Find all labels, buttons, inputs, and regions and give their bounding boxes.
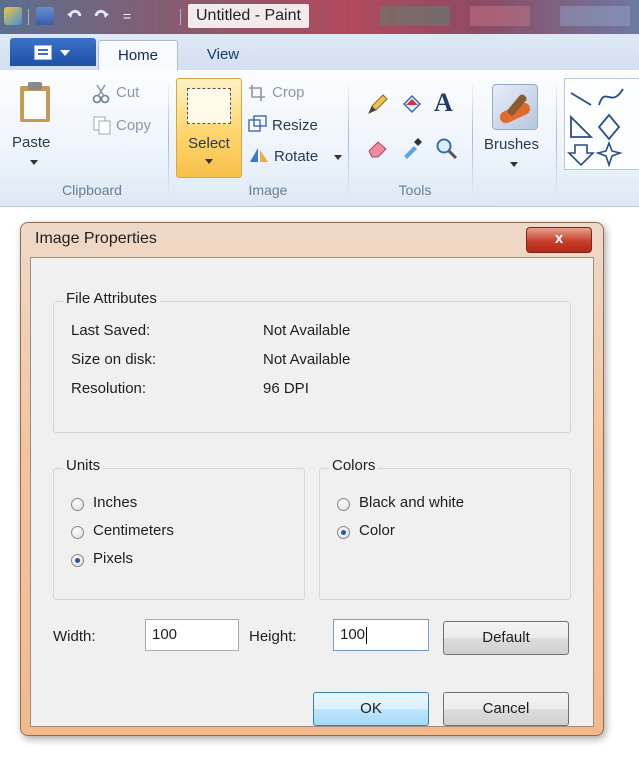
- save-icon[interactable]: [36, 7, 54, 25]
- window-title: Untitled - Paint: [188, 4, 309, 28]
- text-caret: [366, 626, 368, 644]
- eraser-icon[interactable]: [366, 136, 390, 163]
- undo-icon[interactable]: [66, 7, 84, 25]
- select-label: Select: [188, 135, 230, 152]
- background-blur: [380, 6, 450, 26]
- rotate-icon: [248, 146, 270, 167]
- cut-button[interactable]: Cut: [116, 82, 139, 104]
- file-attributes-heading: File Attributes: [63, 290, 160, 307]
- group-separator: [556, 80, 557, 198]
- default-button[interactable]: Default: [443, 621, 569, 655]
- chevron-down-icon: [30, 160, 38, 165]
- document-icon: [34, 45, 52, 60]
- cancel-button[interactable]: Cancel: [443, 692, 569, 726]
- resize-button[interactable]: Resize: [272, 115, 318, 137]
- close-icon: x: [554, 230, 564, 247]
- crop-button[interactable]: Crop: [272, 82, 305, 104]
- close-button[interactable]: x: [526, 227, 592, 253]
- black-and-white-radio[interactable]: [337, 498, 350, 511]
- scissors-icon: [92, 84, 110, 107]
- tools-group-label: Tools: [398, 182, 432, 198]
- title-bar: = Untitled - Paint: [0, 0, 639, 34]
- chevron-down-icon: [334, 155, 342, 160]
- group-separator: [472, 80, 473, 198]
- units-heading: Units: [63, 457, 104, 474]
- pencil-icon[interactable]: [366, 92, 390, 119]
- paint-app-icon[interactable]: [4, 7, 22, 25]
- background-blur: [470, 6, 530, 26]
- colors-heading: Colors: [329, 457, 379, 474]
- resolution-value: 96 DPI: [263, 380, 309, 397]
- qat-separator: [28, 9, 29, 25]
- magnifier-icon[interactable]: [434, 136, 458, 163]
- rotate-button[interactable]: Rotate: [274, 146, 318, 168]
- chevron-down-icon: [205, 159, 213, 164]
- height-label: Height:: [249, 628, 297, 645]
- group-separator: [348, 80, 349, 198]
- height-input[interactable]: 100: [333, 619, 429, 651]
- group-separator: [168, 80, 169, 198]
- color-radio[interactable]: [337, 526, 350, 539]
- colors-group: [319, 468, 571, 600]
- last-saved-label: Last Saved:: [71, 322, 151, 339]
- height-input-value: 100: [340, 626, 366, 643]
- width-label: Width:: [53, 628, 96, 645]
- crop-icon: [248, 84, 266, 105]
- dialog-client-area: File Attributes Last Saved: Not Availabl…: [30, 257, 594, 727]
- redo-icon[interactable]: [92, 7, 110, 25]
- paint-menu-button[interactable]: [10, 38, 96, 66]
- pixels-radio[interactable]: [71, 554, 84, 567]
- shapes-gallery[interactable]: [564, 78, 639, 170]
- select-marquee-icon: [187, 88, 231, 124]
- chevron-down-icon: [60, 50, 70, 56]
- centimeters-label[interactable]: Centimeters: [93, 522, 174, 539]
- clipboard-group-label: Clipboard: [62, 182, 122, 198]
- width-input[interactable]: 100: [145, 619, 239, 651]
- last-saved-value: Not Available: [263, 322, 351, 339]
- pixels-label[interactable]: Pixels: [93, 550, 133, 567]
- color-label[interactable]: Color: [359, 522, 395, 539]
- tab-view[interactable]: View: [188, 40, 258, 70]
- resize-icon: [248, 115, 268, 136]
- select-button[interactable]: Select: [176, 78, 242, 178]
- dialog-title: Image Properties: [35, 230, 157, 247]
- ok-button[interactable]: OK: [313, 692, 429, 726]
- inches-label[interactable]: Inches: [93, 494, 137, 511]
- chevron-down-icon: [510, 162, 518, 167]
- brushes-icon[interactable]: [492, 84, 538, 130]
- size-on-disk-label: Size on disk:: [71, 351, 157, 368]
- black-and-white-label[interactable]: Black and white: [359, 494, 464, 511]
- centimeters-radio[interactable]: [71, 526, 84, 539]
- resolution-label: Resolution:: [71, 380, 147, 397]
- inches-radio[interactable]: [71, 498, 84, 511]
- brushes-button[interactable]: Brushes: [484, 134, 539, 156]
- tab-home[interactable]: Home: [98, 40, 178, 71]
- copy-button[interactable]: Copy: [116, 115, 151, 137]
- background-blur: [560, 6, 630, 26]
- fill-bucket-icon[interactable]: [400, 92, 424, 119]
- customize-qat-icon[interactable]: =: [118, 7, 136, 25]
- paste-icon[interactable]: [20, 82, 50, 122]
- qat-separator: [180, 9, 181, 25]
- image-group-label: Image: [248, 182, 288, 198]
- units-group: [53, 468, 305, 600]
- image-properties-dialog: Image Properties x File Attributes Last …: [20, 222, 604, 736]
- copy-icon: [92, 115, 112, 138]
- text-tool-icon[interactable]: A: [434, 88, 453, 118]
- color-picker-icon[interactable]: [400, 136, 424, 163]
- size-on-disk-value: Not Available: [263, 351, 351, 368]
- paste-button[interactable]: Paste: [12, 132, 50, 154]
